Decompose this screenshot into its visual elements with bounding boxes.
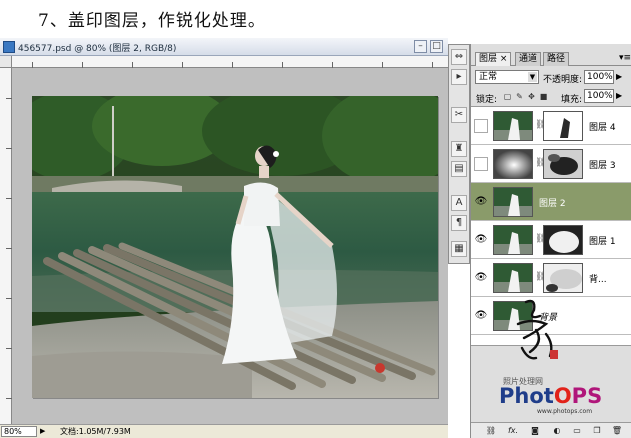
eye-icon[interactable]: 👁 (474, 310, 488, 322)
brand-logo: PhotOPS (499, 384, 603, 408)
type-icon[interactable]: A (451, 195, 467, 211)
layer-row[interactable]: ⛓ 图层 3 (471, 145, 631, 183)
tab-paths[interactable]: 路径 (543, 52, 570, 66)
visibility-toggle[interactable] (474, 119, 488, 133)
layer-thumbnail (493, 263, 533, 293)
vertical-ruler[interactable] (0, 68, 12, 424)
eye-icon[interactable]: 👁 (474, 272, 488, 284)
layer-mask-thumbnail[interactable] (543, 149, 583, 179)
opacity-field[interactable]: 100% (584, 70, 614, 84)
layer-thumbnail (493, 111, 533, 141)
fill-label: 填充: (561, 95, 583, 105)
layer-name: 图层 4 (589, 123, 616, 133)
brand-url: www.photops.com (537, 408, 593, 415)
layer-thumbnail (493, 149, 533, 179)
chevron-down-icon: ▼ (528, 72, 537, 82)
lock-label: 锁定: (476, 95, 498, 105)
layer-row-selected[interactable]: 👁 图层 2 (471, 183, 631, 221)
zoom-field[interactable]: 80% (1, 426, 37, 437)
blend-mode-select[interactable]: 正常 ▼ (475, 70, 539, 84)
tutorial-step-heading: 7、盖印图层，作锐化处理。 (38, 11, 266, 31)
bride-photo[interactable] (32, 96, 438, 398)
fill-field[interactable]: 100% (584, 89, 614, 103)
layer-row[interactable]: 👁 ⛓ 背... (471, 259, 631, 297)
layer-comps-icon[interactable]: ▤ (451, 161, 467, 177)
new-layer-icon[interactable]: ❐ (591, 425, 603, 437)
layers-panel: 图层 × 通道 路径 ▾≡ 正常 ▼ 不透明度: 100% ▶ 锁定: ▢ ✎ … (470, 44, 631, 438)
link-icon[interactable]: ⛓ (485, 425, 497, 437)
horizontal-ruler[interactable] (12, 56, 448, 68)
tab-layers-label: 图层 (479, 54, 498, 64)
opacity-slider-icon[interactable]: ▶ (616, 72, 622, 81)
fill-slider-icon[interactable]: ▶ (616, 91, 622, 100)
fx-icon[interactable]: fx. (507, 425, 519, 437)
opacity-label: 不透明度: (543, 75, 583, 85)
stamp-icon[interactable]: ♜ (451, 141, 467, 157)
panel-menu-icon[interactable]: ▾≡ (619, 53, 631, 63)
panel-dock-strip: ⇔ ▸ ✂ ♜ ▤ A ¶ ▦ (448, 44, 470, 264)
visibility-toggle[interactable] (474, 157, 488, 171)
layer-row[interactable]: ⛓ 图层 4 (471, 107, 631, 145)
canvas-area[interactable] (12, 68, 448, 424)
maximize-icon[interactable]: □ (430, 40, 443, 53)
layer-name: 背... (589, 275, 607, 285)
info-icon[interactable]: ▦ (451, 241, 467, 257)
close-icon[interactable]: × (500, 54, 508, 64)
minimize-icon[interactable]: – (414, 40, 427, 53)
layer-name: 图层 1 (589, 237, 616, 247)
layer-name: 图层 3 (589, 161, 616, 171)
status-menu-icon[interactable]: ▶ (40, 427, 50, 436)
mask-icon[interactable]: ◙ (529, 425, 541, 437)
eye-icon[interactable]: 👁 (474, 234, 488, 246)
lock-position-icon[interactable]: ✥ (527, 92, 536, 101)
layer-mask-thumbnail[interactable] (543, 111, 583, 141)
tab-layers[interactable]: 图层 × (475, 52, 512, 66)
calligraphy-signature (506, 294, 566, 364)
history-icon[interactable]: ▸ (451, 69, 467, 85)
document-size-info: 文档:1.05M/7.93M (60, 427, 131, 436)
blend-mode-value: 正常 (479, 72, 498, 82)
ruler-corner[interactable] (0, 56, 12, 68)
move-icon[interactable]: ⇔ (451, 49, 467, 65)
layer-row[interactable]: 👁 ⛓ 图层 1 (471, 221, 631, 259)
document-window: 456577.psd @ 80% (图层 2, RGB/8) – □ 80% ▶… (0, 38, 448, 438)
layer-mask-thumbnail[interactable] (543, 263, 583, 293)
brush-icon[interactable]: ✂ (451, 107, 467, 123)
photoshop-doc-icon (3, 41, 15, 53)
tab-channels[interactable]: 通道 (515, 52, 542, 66)
lock-all-icon[interactable]: ■ (539, 92, 548, 101)
paragraph-icon[interactable]: ¶ (451, 215, 467, 231)
adjustment-icon[interactable]: ◐ (551, 425, 563, 437)
group-icon[interactable]: ▭ (571, 425, 583, 437)
document-titlebar[interactable]: 456577.psd @ 80% (图层 2, RGB/8) – □ (0, 38, 448, 56)
layer-mask-thumbnail[interactable] (543, 225, 583, 255)
trash-icon[interactable]: 🗑 (611, 425, 623, 437)
layers-panel-footer: ⛓ fx. ◙ ◐ ▭ ❐ 🗑 (471, 422, 631, 438)
layer-thumbnail (493, 225, 533, 255)
layer-thumbnail (493, 187, 533, 217)
eye-icon[interactable]: 👁 (474, 196, 488, 208)
status-bar: 80% ▶ 文档:1.05M/7.93M (0, 424, 448, 438)
lock-pixels-icon[interactable]: ✎ (515, 92, 524, 101)
lock-transparency-icon[interactable]: ▢ (503, 92, 512, 101)
layer-name: 图层 2 (539, 199, 566, 209)
panel-tabs: 图层 × 通道 路径 ▾≡ (471, 52, 631, 66)
document-title: 456577.psd @ 80% (图层 2, RGB/8) (18, 44, 177, 54)
